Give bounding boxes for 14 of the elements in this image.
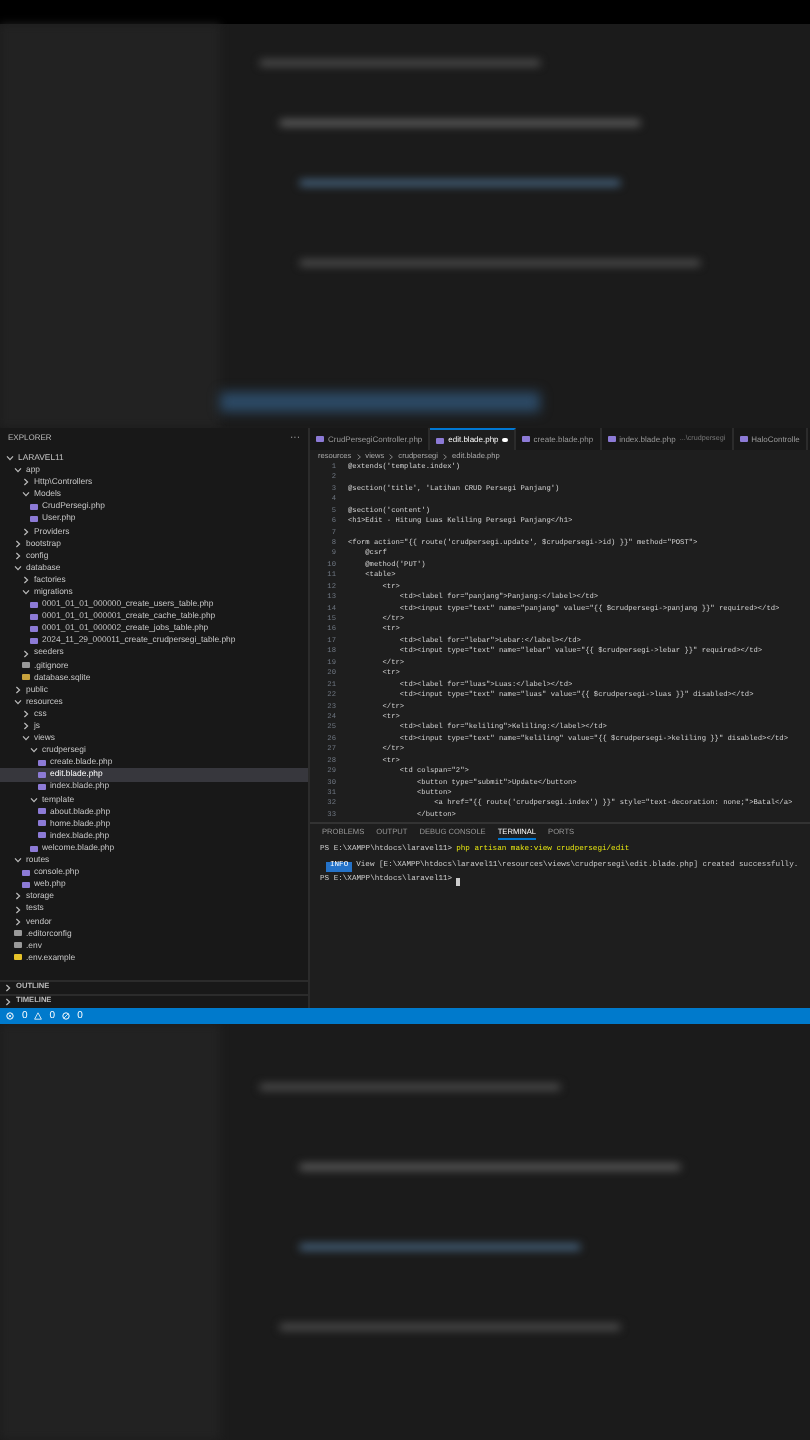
chevron-icon: [355, 454, 362, 460]
php-file-icon: [316, 436, 324, 442]
chevron-icon[interactable]: [4, 984, 12, 992]
php-file-icon: [436, 437, 445, 443]
chevron-icon: [22, 649, 30, 658]
php-file-icon: [521, 436, 530, 442]
cursor-icon: [456, 878, 461, 887]
warning-icon: [33, 1012, 42, 1020]
chevron-icon: [442, 454, 449, 460]
chevron-icon[interactable]: [4, 998, 12, 1006]
php-file-icon: [739, 436, 748, 442]
chevron-icon: [388, 454, 395, 460]
php-file-icon: [607, 436, 616, 442]
error-icon: [6, 1012, 14, 1020]
